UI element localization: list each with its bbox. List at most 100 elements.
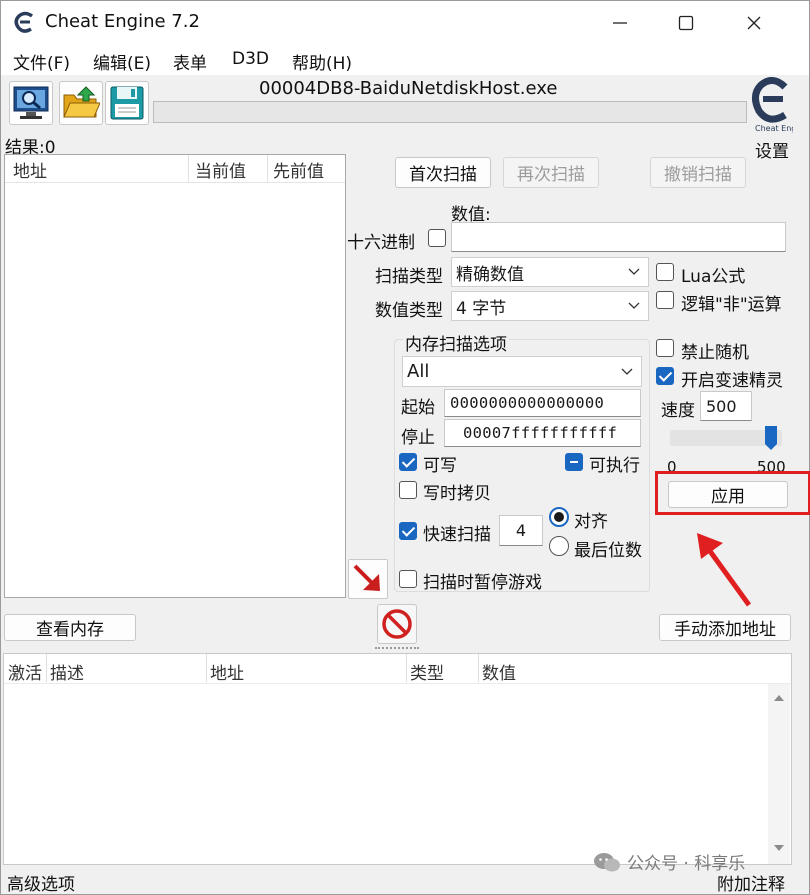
scan-progress-bar bbox=[153, 101, 747, 123]
cheat-table[interactable]: 激活 描述 地址 类型 数值 bbox=[3, 653, 792, 865]
menu-d3d[interactable]: D3D bbox=[232, 49, 269, 69]
column-divider bbox=[206, 654, 207, 682]
speed-value-input[interactable]: 500 bbox=[700, 391, 752, 421]
wechat-icon bbox=[594, 852, 620, 871]
not-operator-checkbox[interactable] bbox=[656, 291, 674, 309]
arrow-down-right-icon bbox=[353, 564, 380, 591]
start-address-label: 起始 bbox=[401, 398, 435, 418]
scan-type-select[interactable]: 精确数值 bbox=[451, 257, 649, 287]
column-divider bbox=[267, 155, 268, 183]
menu-edit[interactable]: 编辑(E) bbox=[93, 49, 151, 74]
align-label: 对齐 bbox=[574, 512, 608, 532]
folder-open-icon bbox=[63, 86, 100, 118]
column-description[interactable]: 描述 bbox=[50, 659, 84, 684]
start-address-input[interactable]: 0000000000000000 bbox=[444, 389, 641, 417]
add-selected-to-list-button[interactable] bbox=[348, 559, 388, 599]
copy-on-write-label: 写时拷贝 bbox=[423, 484, 491, 504]
open-process-button[interactable] bbox=[9, 81, 53, 125]
title-bar: Cheat Engine 7.2 bbox=[1, 1, 809, 45]
hex-checkbox[interactable] bbox=[428, 229, 446, 247]
writable-checkbox[interactable] bbox=[399, 453, 417, 471]
column-value[interactable]: 数值 bbox=[482, 659, 516, 684]
speed-slider-thumb[interactable] bbox=[764, 425, 778, 451]
menu-file[interactable]: 文件(F) bbox=[13, 49, 70, 74]
column-divider bbox=[478, 654, 479, 682]
column-divider bbox=[406, 654, 407, 682]
pause-game-label: 扫描时暂停游戏 bbox=[423, 573, 542, 593]
table-comments-label[interactable]: 附加注释 bbox=[717, 870, 785, 895]
enable-speedhack-checkbox[interactable] bbox=[656, 367, 674, 385]
memory-region-value: All bbox=[407, 361, 430, 382]
address-list-header: 地址 当前值 先前值 bbox=[5, 155, 345, 183]
speed-label: 速度 bbox=[661, 401, 695, 421]
splitter-handle[interactable] bbox=[375, 647, 419, 651]
menu-table[interactable]: 表单 bbox=[173, 49, 207, 74]
annotation-arrow-icon bbox=[697, 533, 752, 607]
minimize-icon bbox=[613, 22, 627, 24]
maximize-button[interactable] bbox=[653, 1, 719, 45]
fast-scan-label: 快速扫描 bbox=[423, 525, 491, 545]
stop-scan-button[interactable] bbox=[377, 604, 417, 644]
advanced-options-label[interactable]: 高级选项 bbox=[7, 870, 75, 895]
menu-help[interactable]: 帮助(H) bbox=[292, 49, 352, 74]
apply-speed-button[interactable]: 应用 bbox=[668, 481, 788, 508]
fast-scan-alignment-input[interactable]: 4 bbox=[499, 515, 543, 546]
stop-address-input[interactable]: 00007fffffffffff bbox=[444, 419, 641, 447]
lua-formula-checkbox[interactable] bbox=[656, 263, 674, 281]
stop-address-label: 停止 bbox=[401, 428, 435, 448]
process-name: 00004DB8-BaiduNetdiskHost.exe bbox=[259, 78, 558, 99]
align-radio[interactable] bbox=[549, 507, 569, 527]
scan-value-input[interactable] bbox=[451, 222, 786, 252]
undo-scan-button[interactable]: 撤销扫描 bbox=[650, 157, 746, 188]
maximize-icon bbox=[678, 15, 694, 31]
next-scan-button[interactable]: 再次扫描 bbox=[503, 157, 599, 188]
disable-random-checkbox[interactable] bbox=[656, 339, 674, 357]
no-entry-icon bbox=[382, 609, 412, 639]
pause-game-checkbox[interactable] bbox=[399, 570, 417, 588]
chevron-down-icon bbox=[628, 268, 640, 275]
minimize-button[interactable] bbox=[587, 1, 653, 45]
not-operator-label: 逻辑"非"运算 bbox=[681, 295, 782, 315]
scroll-down-icon[interactable] bbox=[773, 844, 785, 854]
add-address-manually-button[interactable]: 手动添加地址 bbox=[659, 614, 791, 641]
close-button[interactable] bbox=[721, 1, 787, 45]
column-active[interactable]: 激活 bbox=[8, 659, 42, 684]
column-divider bbox=[46, 654, 47, 682]
scan-type-label: 扫描类型 bbox=[375, 267, 443, 287]
column-address[interactable]: 地址 bbox=[13, 157, 47, 182]
column-table-address[interactable]: 地址 bbox=[210, 659, 244, 684]
value-type-select[interactable]: 4 字节 bbox=[451, 291, 649, 321]
memory-scan-options-title: 内存扫描选项 bbox=[403, 330, 509, 355]
fast-scan-checkbox[interactable] bbox=[399, 522, 417, 540]
lua-formula-label: Lua公式 bbox=[681, 267, 746, 287]
first-scan-button[interactable]: 首次扫描 bbox=[395, 157, 491, 188]
scroll-up-icon[interactable] bbox=[773, 692, 785, 702]
cheat-engine-settings-logo-icon[interactable]: Cheat Engine bbox=[751, 77, 793, 135]
value-type-label: 数值类型 bbox=[375, 301, 443, 321]
memory-region-select[interactable]: All bbox=[402, 356, 642, 387]
settings-label[interactable]: 设置 bbox=[755, 137, 789, 162]
column-type[interactable]: 类型 bbox=[410, 659, 444, 684]
cheat-engine-logo-icon bbox=[14, 11, 34, 33]
last-digits-radio[interactable] bbox=[549, 536, 569, 556]
monitor-search-icon bbox=[13, 86, 49, 119]
open-file-button[interactable] bbox=[59, 81, 103, 125]
copy-on-write-checkbox[interactable] bbox=[399, 481, 417, 499]
save-button[interactable] bbox=[105, 81, 149, 125]
found-address-list[interactable]: 地址 当前值 先前值 bbox=[4, 154, 346, 598]
disable-random-label: 禁止随机 bbox=[681, 343, 749, 363]
view-memory-button[interactable]: 查看内存 bbox=[4, 614, 136, 641]
floppy-disk-icon bbox=[110, 86, 144, 120]
scan-type-value: 精确数值 bbox=[456, 264, 524, 285]
close-icon bbox=[747, 16, 761, 30]
window-title: Cheat Engine 7.2 bbox=[45, 11, 200, 32]
writable-label: 可写 bbox=[423, 456, 457, 476]
enable-speedhack-label: 开启变速精灵 bbox=[681, 371, 783, 391]
column-previous-value[interactable]: 先前值 bbox=[273, 157, 324, 182]
column-current-value[interactable]: 当前值 bbox=[195, 157, 246, 182]
cheat-table-header: 激活 描述 地址 类型 数值 bbox=[4, 654, 791, 684]
executable-checkbox[interactable] bbox=[565, 453, 583, 471]
column-divider bbox=[188, 155, 189, 183]
chevron-down-icon bbox=[628, 302, 640, 309]
cheat-table-scrollbar[interactable] bbox=[768, 684, 790, 864]
